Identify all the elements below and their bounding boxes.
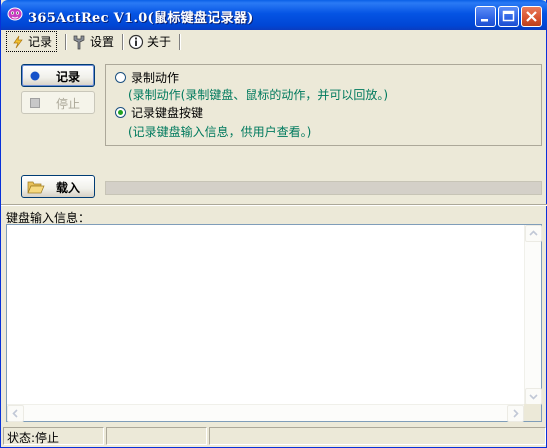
load-button[interactable]: 载入 [21,175,95,198]
tab-strip: 记录 设置 关于 [1,30,547,52]
maximize-icon [502,10,515,22]
radio-record-action[interactable] [115,72,126,83]
status-panel-3 [209,427,546,445]
app-window: 365ActRec V1.0(鼠标键盘记录器) 记录 设置 关于 记录 停止 载… [0,0,547,448]
progress-bar [105,181,542,195]
chevron-left-icon [12,409,18,418]
horizontal-scrollbar[interactable] [7,404,524,422]
tab-about-label: 关于 [147,35,172,49]
close-icon [526,11,537,22]
title-bar[interactable]: 365ActRec V1.0(鼠标键盘记录器) [1,0,547,30]
tab-record-label: 记录 [28,35,53,49]
option-record-keys[interactable]: 记录键盘按键 [115,104,203,121]
app-logo-icon [7,7,23,21]
status-panel-2 [106,427,207,445]
scroll-right-button[interactable] [507,405,524,422]
tab-settings[interactable]: 设置 [67,32,118,51]
tab-separator [179,34,181,50]
option-record-action-label: 录制动作 [131,71,180,85]
chevron-up-icon [529,230,538,236]
section-divider [1,204,547,206]
keyboard-info-textarea[interactable] [6,224,542,422]
folder-open-icon [27,181,45,194]
status-text: 状态:停止 [3,427,104,445]
stop-square-icon [30,98,40,108]
maximize-button[interactable] [498,6,519,27]
option-record-keys-label: 记录键盘按键 [131,106,204,120]
tools-icon [73,35,85,49]
chevron-down-icon [529,394,538,400]
load-button-label: 载入 [56,181,81,195]
close-button[interactable] [521,6,542,27]
option-record-action[interactable]: 录制动作 [115,69,179,86]
tab-about[interactable]: 关于 [124,32,175,51]
record-button-label: 记录 [56,70,81,84]
radio-record-keys[interactable] [115,107,126,118]
minimize-icon [481,19,488,22]
scroll-up-button[interactable] [525,225,542,242]
option-record-keys-desc: (记录键盘输入信息，供用户查看。) [128,125,312,139]
tab-record[interactable]: 记录 [6,31,58,52]
tab-settings-label: 设置 [90,35,115,49]
status-bar: 状态:停止 [1,426,547,448]
lightning-icon [13,35,23,48]
info-icon [128,34,144,49]
record-mode-group: 录制动作 (录制动作(录制键盘、鼠标的动作，并可以回放。) 记录键盘按键 (记录… [105,64,542,146]
chevron-right-icon [513,409,519,418]
scroll-down-button[interactable] [525,388,542,405]
minimize-button[interactable] [475,6,496,27]
scroll-left-button[interactable] [7,405,24,422]
stop-button[interactable]: 停止 [21,91,95,114]
record-dot-icon [30,71,40,81]
record-button[interactable]: 记录 [21,64,95,87]
option-record-action-desc: (录制动作(录制键盘、鼠标的动作，并可以回放。) [128,88,389,102]
scroll-corner [524,404,541,421]
stop-button-label: 停止 [56,97,81,111]
window-title: 365ActRec V1.0(鼠标键盘记录器) [28,11,254,26]
vertical-scrollbar[interactable] [524,225,542,405]
